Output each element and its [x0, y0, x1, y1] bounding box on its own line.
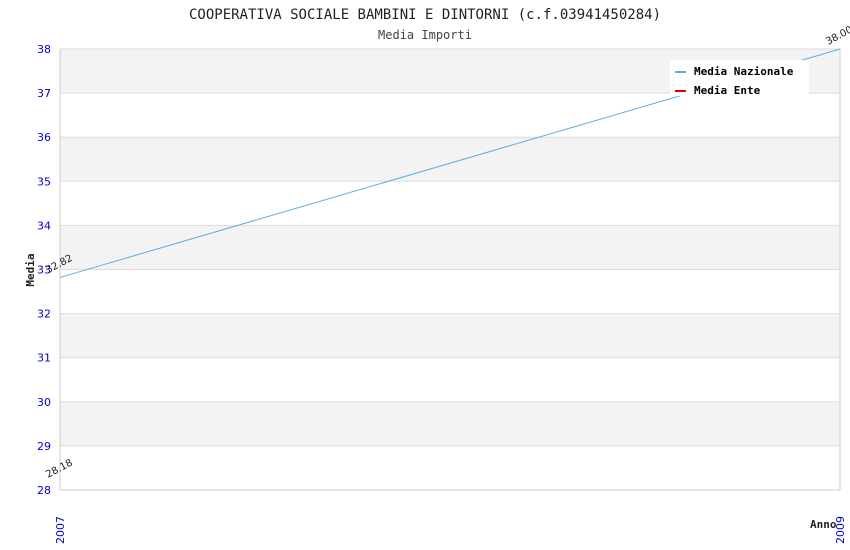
y-tick-label: 30: [37, 396, 51, 409]
chart: COOPERATIVA SOCIALE BAMBINI E DINTORNI (…: [24, 7, 850, 544]
data-label: 28.18: [44, 458, 74, 481]
y-tick-label: 35: [37, 175, 51, 188]
y-axis-label: Media: [24, 253, 37, 286]
legend: Media Nazionale Media Ente: [670, 60, 809, 97]
y-tick-label: 34: [37, 219, 51, 232]
x-tick-labels: 2007 2009: [54, 516, 847, 544]
legend-label: Media Ente: [694, 84, 761, 97]
data-label: 32.82: [44, 253, 74, 276]
legend-label: Media Nazionale: [694, 65, 794, 78]
y-tick-label: 37: [37, 87, 51, 100]
y-tick-label: 32: [37, 308, 51, 321]
x-tick-label: 2007: [54, 516, 67, 544]
chart-title: COOPERATIVA SOCIALE BAMBINI E DINTORNI (…: [189, 7, 661, 23]
grid-bands: [60, 49, 840, 446]
grid-band: [60, 313, 840, 358]
data-label: 38.00: [824, 24, 850, 47]
y-tick-label: 38: [37, 43, 51, 56]
chart-subtitle: Media Importi: [378, 28, 472, 42]
y-tick-label: 29: [37, 440, 51, 453]
grid-band: [60, 137, 840, 182]
grid-band: [60, 401, 840, 446]
grid-band: [60, 225, 840, 270]
x-axis-label: Anno: [810, 518, 837, 531]
y-tick-label: 36: [37, 131, 51, 144]
y-tick-label: 28: [37, 484, 51, 497]
y-tick-label: 31: [37, 352, 51, 365]
